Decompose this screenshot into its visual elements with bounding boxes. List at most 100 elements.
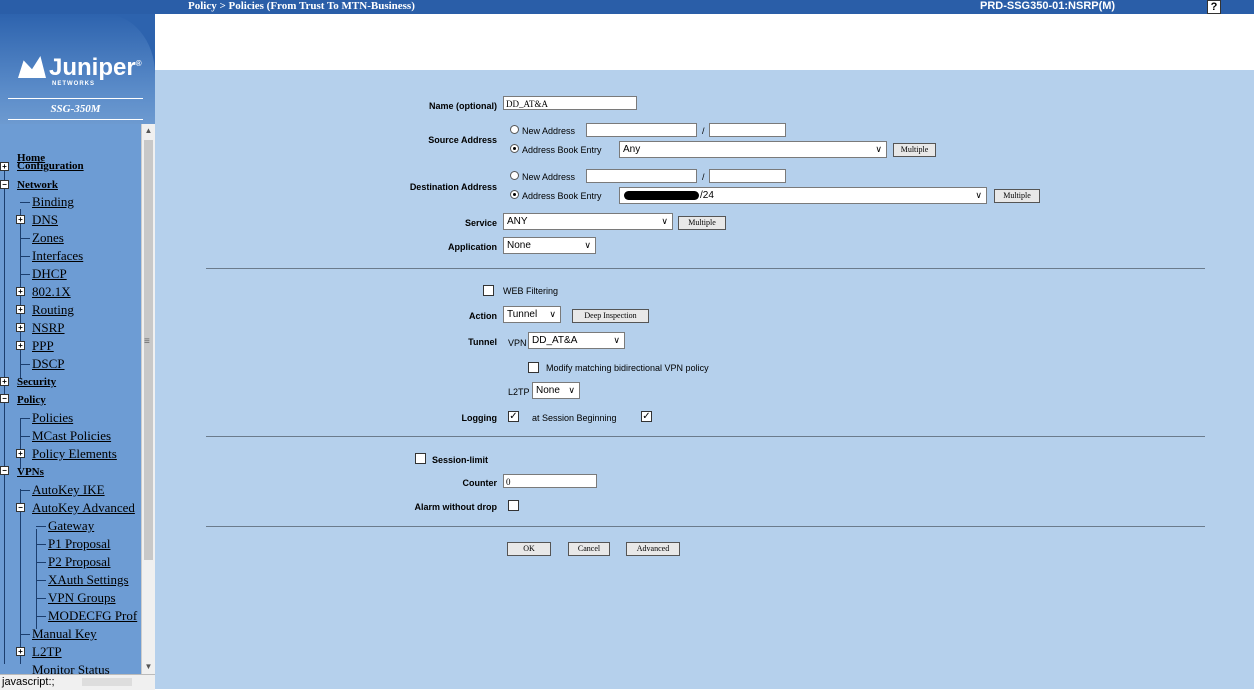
nav-mcast-policies[interactable]: MCast Policies [32,428,111,443]
cancel-button[interactable]: Cancel [568,542,610,556]
destination-address-label: Destination Address [409,182,497,192]
dest-new-address-label: New Address [522,172,576,182]
chevron-down-icon: ∨ [584,240,591,250]
nav-dscp[interactable]: DSCP [32,356,65,371]
nav-policies[interactable]: Policies [32,410,73,425]
name-label: Name (optional) [428,101,497,111]
divider [206,526,1205,527]
modify-bidirectional-checkbox[interactable] [528,362,539,373]
l2tp-select[interactable]: None ∨ [532,382,580,399]
breadcrumb: Policy > Policies (From Trust To MTN-Bus… [188,0,415,12]
top-bar: Policy > Policies (From Trust To MTN-Bus… [0,0,1254,14]
expand-icon[interactable]: + [16,341,25,350]
collapse-icon[interactable]: − [0,394,9,403]
expand-icon[interactable]: + [16,323,25,332]
chevron-down-icon: ∨ [661,216,668,226]
nav-802-1x[interactable]: 802.1X [32,284,71,299]
nav-p2-proposal[interactable]: P2 Proposal [48,554,110,569]
action-label: Action [469,311,497,321]
scrollbar-thumb[interactable] [144,140,153,560]
sidebar-scrollbar[interactable]: ▲ ≡ ▼ [141,124,155,674]
expand-icon[interactable]: + [16,449,25,458]
advanced-button[interactable]: Advanced [626,542,680,556]
status-bar: javascript:; [0,674,155,690]
nav-vpn-groups[interactable]: VPN Groups [48,590,116,605]
vpn-prefix: VPN [508,338,527,348]
nav-xauth-settings[interactable]: XAuth Settings [48,572,129,587]
expand-icon[interactable]: + [16,647,25,656]
nav-routing[interactable]: Routing [32,302,74,317]
nav-binding[interactable]: Binding [32,194,74,209]
source-mask-input[interactable] [709,123,786,137]
nav-l2tp[interactable]: L2TP [32,644,62,659]
nav-ppp[interactable]: PPP [32,338,54,353]
nav-autokey-advanced[interactable]: AutoKey Advanced [32,500,135,515]
alarm-without-drop-checkbox[interactable] [508,500,519,511]
vpn-select[interactable]: DD_AT&A ∨ [528,332,625,349]
source-ip-input[interactable] [586,123,697,137]
modify-bidirectional-label: Modify matching bidirectional VPN policy [546,363,709,373]
nav-dns[interactable]: DNS [32,212,58,227]
source-multiple-button[interactable]: Multiple [893,143,936,157]
deep-inspection-button[interactable]: Deep Inspection [572,309,649,323]
nav-policy[interactable]: Policy [17,393,46,408]
dest-multiple-button[interactable]: Multiple [994,189,1040,203]
collapse-icon[interactable]: − [0,466,9,475]
destination-address-select[interactable]: /24 ∨ [619,187,987,204]
nav-dhcp[interactable]: DHCP [32,266,67,281]
nav-autokey-ike[interactable]: AutoKey IKE [32,482,105,497]
web-filtering-label: WEB Filtering [503,286,559,296]
chevron-down-icon: ∨ [975,190,982,200]
expand-icon[interactable]: + [16,215,25,224]
dest-new-address-radio[interactable] [510,171,519,180]
device-name: PRD-SSG350-01:NSRP(M) [980,0,1116,12]
nav-vpns[interactable]: VPNs [17,465,44,480]
nav-gateway[interactable]: Gateway [48,518,94,533]
scroll-down-icon[interactable]: ▼ [144,662,153,672]
service-select[interactable]: ANY ∨ [503,213,673,230]
l2tp-prefix: L2TP [508,387,530,397]
service-multiple-button[interactable]: Multiple [678,216,726,230]
nav-security[interactable]: Security [17,375,56,390]
status-text: javascript:; [2,676,55,688]
service-label: Service [464,218,497,228]
dest-mask-input[interactable] [709,169,786,183]
scroll-up-icon[interactable]: ▲ [144,126,153,136]
ok-button[interactable]: OK [507,542,551,556]
source-new-address-radio[interactable] [510,125,519,134]
source-slash: / [702,126,705,136]
name-input[interactable]: DD_AT&A [503,96,637,110]
dest-address-book-radio[interactable] [510,190,519,199]
nav-nsrp[interactable]: NSRP [32,320,65,335]
horizontal-scrollbar[interactable] [82,678,132,686]
nav-modecfg[interactable]: MODECFG Prof [48,608,137,623]
chevron-down-icon: ∨ [549,309,556,319]
application-select[interactable]: None ∨ [503,237,596,254]
expand-icon[interactable]: + [16,287,25,296]
nav-policy-elements[interactable]: Policy Elements [32,446,117,461]
nav-interfaces[interactable]: Interfaces [32,248,83,263]
source-address-select[interactable]: Any ∨ [619,141,887,158]
expand-icon[interactable]: + [0,162,9,171]
logging-checkbox[interactable]: ✓ [508,411,519,422]
help-icon[interactable]: ? [1207,0,1221,14]
nav-manual-key[interactable]: Manual Key [32,626,97,641]
collapse-icon[interactable]: − [16,503,25,512]
web-filtering-checkbox[interactable] [483,285,494,296]
session-limit-checkbox[interactable] [415,453,426,464]
nav-zones[interactable]: Zones [32,230,64,245]
nav-network[interactable]: Network [17,178,58,193]
expand-icon[interactable]: + [0,377,9,386]
counter-input[interactable]: 0 [503,474,597,488]
nav-monitor-status[interactable]: Monitor Status [32,662,110,674]
collapse-icon[interactable]: − [0,180,9,189]
session-limit-label: Session-limit [432,455,489,465]
session-beginning-checkbox[interactable]: ✓ [641,411,652,422]
nav-p1-proposal[interactable]: P1 Proposal [48,536,110,551]
nav-configuration[interactable]: Configuration [17,159,84,174]
dest-ip-input[interactable] [586,169,697,183]
juniper-logo-icon [18,56,46,78]
source-address-book-radio[interactable] [510,144,519,153]
expand-icon[interactable]: + [16,305,25,314]
action-select[interactable]: Tunnel ∨ [503,306,561,323]
